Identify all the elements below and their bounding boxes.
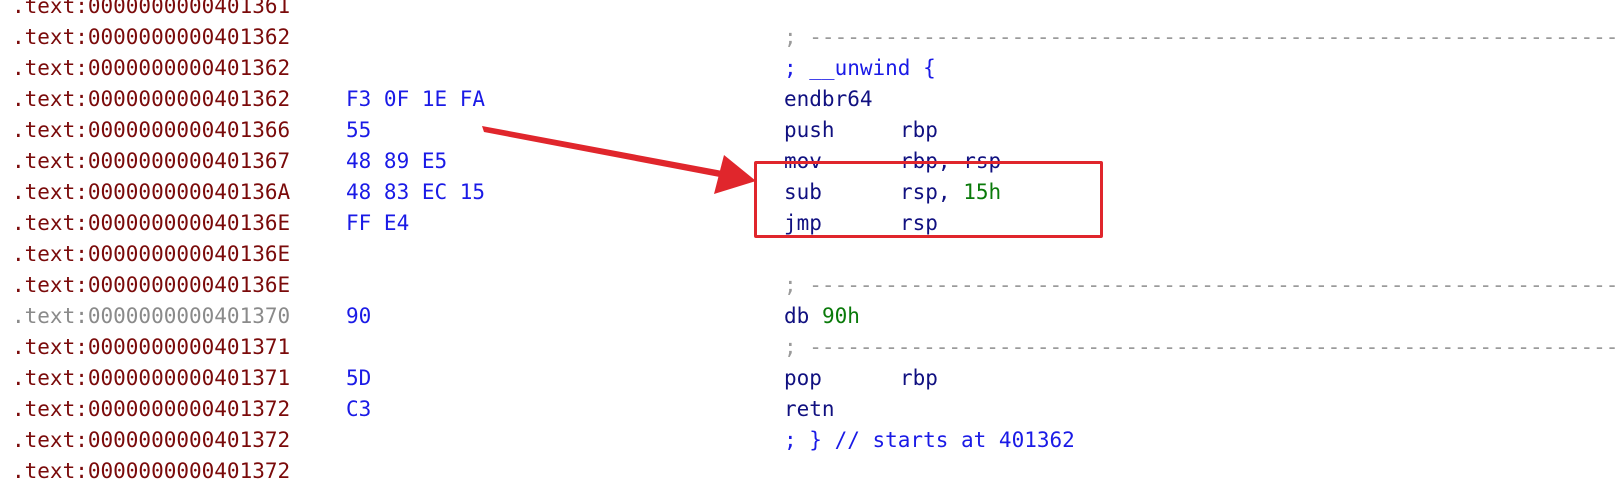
listing-line[interactable]: .text:0000000000401372 C3 retn <box>0 394 1615 425</box>
operands[interactable]: rbp <box>900 366 938 390</box>
listing-line[interactable]: .text:0000000000401366 55 push rbp <box>0 115 1615 146</box>
listing-line[interactable]: .text:0000000000401372 ; } // starts at 4… <box>0 425 1615 456</box>
separator-comment: ; --------------------------------------… <box>784 273 1615 297</box>
immediate-value: 90h <box>821 304 860 328</box>
instruction: endbr64 <box>784 84 900 115</box>
listing-line[interactable]: .text:0000000000401362 ; ----------------… <box>0 22 1615 53</box>
line-address: .text:0000000000401372 <box>12 397 291 421</box>
opcode-bytes: 90 <box>346 304 372 328</box>
opcode-bytes: 55 <box>346 118 372 142</box>
mnemonic[interactable]: retn <box>784 394 900 425</box>
separator-comment: ; --------------------------------------… <box>784 335 1615 359</box>
line-address: .text:0000000000401367 <box>12 149 291 173</box>
opcode-bytes: F3 0F 1E FA <box>346 87 486 111</box>
opcode-bytes: FF E4 <box>346 211 410 235</box>
disassembly-view: .text:0000000000401361 .text:000000000040… <box>0 0 1615 491</box>
comment: ; } // starts at 401362 <box>784 428 1075 452</box>
line-address: .text:0000000000401362 <box>12 87 291 111</box>
listing-line[interactable]: .text:0000000000401362 ; __unwind { <box>0 53 1615 84</box>
line-address: .text:0000000000401362 <box>12 56 291 80</box>
data-directive: db 90h <box>784 301 860 332</box>
listing-line[interactable]: .text:0000000000401362 F3 0F 1E FA endbr64 <box>0 84 1615 115</box>
mnemonic[interactable]: push <box>784 115 900 146</box>
line-address: .text:000000000040136E <box>12 211 291 235</box>
instruction: pop rbp <box>784 363 938 394</box>
listing-line[interactable]: .text:0000000000401370 90 db 90h <box>0 301 1615 332</box>
mnemonic[interactable]: endbr64 <box>784 84 900 115</box>
operands[interactable]: rbp <box>900 118 938 142</box>
line-address: .text:0000000000401361 <box>12 0 291 18</box>
listing-line[interactable]: .text:000000000040136E ; ----------------… <box>0 270 1615 301</box>
listing-line[interactable]: .text:0000000000401371 5D pop rbp <box>0 363 1615 394</box>
instruction: retn <box>784 394 900 425</box>
line-address: .text:000000000040136A <box>12 180 291 204</box>
listing-line[interactable]: .text:000000000040136E <box>0 239 1615 270</box>
line-address: .text:0000000000401370 <box>12 301 290 332</box>
opcode-bytes: C3 <box>346 397 372 421</box>
opcode-bytes: 48 83 EC 15 <box>346 180 486 204</box>
listing-line[interactable]: .text:0000000000401371 ; ----------------… <box>0 332 1615 363</box>
line-address: .text:0000000000401372 <box>12 459 291 483</box>
line-address: .text:0000000000401371 <box>12 366 291 390</box>
line-address: .text:0000000000401362 <box>12 25 291 49</box>
line-address: .text:000000000040136E <box>12 273 291 297</box>
line-address: .text:0000000000401366 <box>12 118 291 142</box>
opcode-bytes: 5D <box>346 366 372 390</box>
listing-line[interactable]: .text:0000000000401372 <box>0 456 1615 487</box>
opcode-bytes: 48 89 E5 <box>346 149 448 173</box>
directive: db <box>784 304 810 328</box>
highlight-box <box>754 161 1103 238</box>
instruction: push rbp <box>784 115 938 146</box>
comment: ; __unwind { <box>784 56 936 80</box>
address-segment: .text: <box>12 304 88 328</box>
address-offset: 0000000000401370 <box>87 304 291 328</box>
listing-line[interactable]: .text:0000000000401361 <box>0 0 1615 22</box>
line-address: .text:000000000040136E <box>12 242 291 266</box>
line-address: .text:0000000000401371 <box>12 335 291 359</box>
line-address: .text:0000000000401372 <box>12 428 291 452</box>
mnemonic[interactable]: pop <box>784 363 900 394</box>
separator-comment: ; --------------------------------------… <box>784 25 1615 49</box>
